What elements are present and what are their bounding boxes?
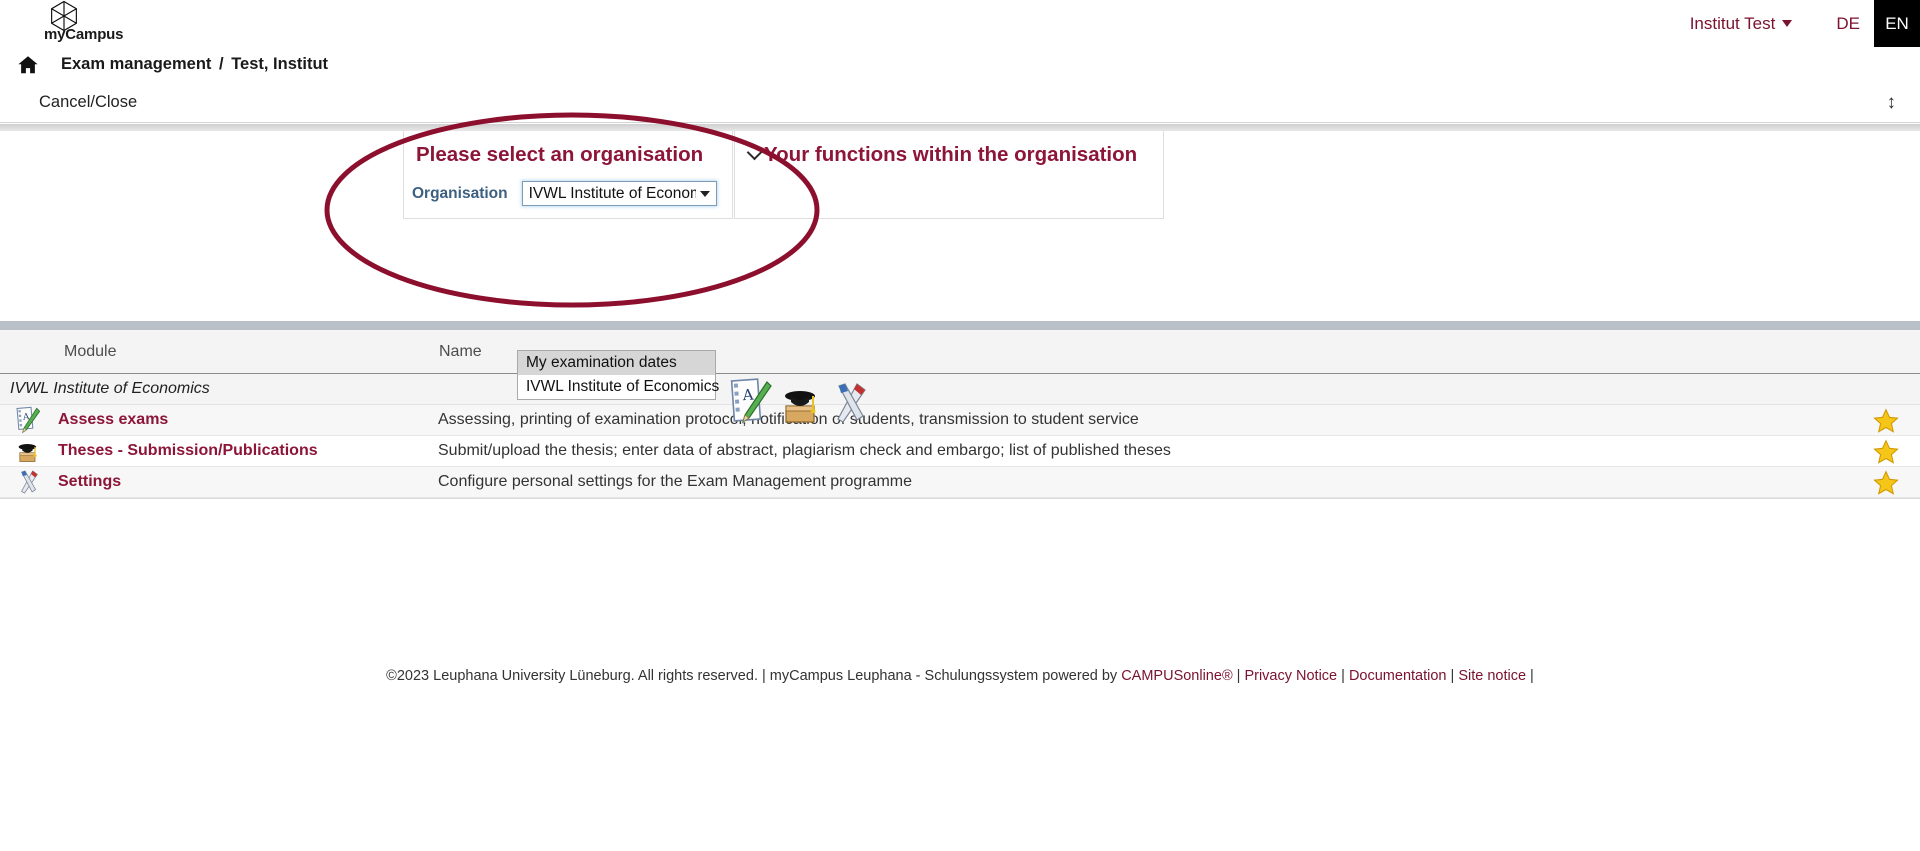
table-header-row: Module Name — [0, 330, 1920, 374]
organisation-select-value: IVWL Institute of Economics — [528, 184, 696, 202]
theses-icon — [18, 444, 37, 462]
chevron-down-icon — [1782, 20, 1793, 27]
footer-separator: | — [1526, 668, 1534, 684]
organisation-option-1[interactable]: IVWL Institute of Economics — [518, 375, 719, 399]
assess-exams-icon: A — [16, 406, 41, 434]
function-shortcut-icons: A — [727, 376, 873, 430]
footer-copyright: ©2023 Leuphana University Lüneburg. All … — [386, 668, 1122, 684]
table-group-label: IVWL Institute of Economics — [10, 380, 210, 397]
row-title-assess-exams[interactable]: Assess exams — [58, 411, 438, 429]
assess-exams-icon[interactable]: A — [727, 376, 773, 430]
top-bar-right: Institut Test DE EN — [1690, 0, 1920, 47]
organisation-select[interactable]: IVWL Institute of Economics — [521, 181, 717, 206]
table-top-separator — [0, 321, 1920, 330]
svg-text:A: A — [741, 385, 754, 404]
breadcrumb-context[interactable]: Test, Institut — [231, 55, 328, 73]
table-footer-strip — [0, 498, 1920, 540]
organisation-panel-title: Please select an organisation — [416, 143, 704, 166]
top-bar: myCampus Institut Test DE EN — [0, 0, 1920, 47]
breadcrumb-app[interactable]: Exam management — [61, 55, 211, 73]
panel-top-strip — [0, 124, 1920, 131]
column-header-module[interactable]: Module — [64, 343, 439, 361]
user-menu-label: Institut Test — [1689, 13, 1776, 33]
modules-table: Module Name IVWL Institute of Economics … — [0, 330, 1920, 540]
language-en-button[interactable]: EN — [1874, 0, 1920, 47]
row-title-settings[interactable]: Settings — [58, 473, 438, 491]
star-icon[interactable] — [1873, 408, 1899, 434]
footer-link-privacy[interactable]: Privacy Notice — [1244, 668, 1337, 684]
chevron-down-icon[interactable] — [746, 144, 763, 161]
app-logo[interactable]: myCampus — [44, 0, 123, 43]
table-row[interactable]: Settings Configure personal settings for… — [0, 467, 1920, 498]
footer-separator: | — [1446, 668, 1459, 684]
table-row[interactable]: Theses - Submission/Publications Submit/… — [0, 436, 1920, 467]
language-de-button[interactable]: DE — [1822, 14, 1874, 34]
breadcrumb-text: Exam management / Test, Institut — [61, 55, 328, 74]
settings-icon[interactable] — [827, 376, 873, 430]
selection-panel-area: Please select an organisation Organisati… — [0, 131, 1920, 424]
app-logo-text: myCampus — [44, 26, 124, 43]
breadcrumb-separator: / — [219, 55, 224, 73]
footer-separator: | — [1337, 668, 1349, 684]
organisation-select-options[interactable]: My examination dates IVWL Institute of E… — [517, 350, 719, 400]
column-header-name[interactable]: Name — [439, 343, 482, 361]
table-group-row: IVWL Institute of Economics — [0, 374, 1920, 405]
organisation-label: Organisation — [412, 184, 508, 202]
breadcrumb: Exam management / Test, Institut — [0, 47, 1920, 82]
organisation-panel: Please select an organisation Organisati… — [403, 131, 733, 219]
row-icon-cell — [14, 468, 42, 496]
row-title-theses[interactable]: Theses - Submission/Publications — [58, 442, 438, 460]
functions-panel-title: Your functions within the organisation — [735, 131, 1163, 167]
organisation-field-row: Organisation IVWL Institute of Economics — [404, 167, 732, 206]
footer-link-campusonline[interactable]: CAMPUSonline® — [1121, 668, 1232, 684]
settings-icon — [21, 470, 38, 494]
functions-panel: Your functions within the organisation — [734, 131, 1164, 219]
footer-link-documentation[interactable]: Documentation — [1349, 668, 1447, 684]
star-icon[interactable] — [1873, 470, 1899, 496]
table-row[interactable]: A Assess exams Assessing, printing of ex… — [0, 405, 1920, 436]
page-footer: ©2023 Leuphana University Lüneburg. All … — [0, 668, 1920, 684]
functions-panel-title-text: Your functions within the organisation — [764, 143, 1138, 166]
theses-icon[interactable] — [777, 376, 823, 430]
footer-link-site-notice[interactable]: Site notice — [1458, 668, 1526, 684]
organisation-option-0[interactable]: My examination dates — [518, 351, 715, 375]
star-icon[interactable] — [1873, 439, 1899, 465]
expand-collapse-icon[interactable]: ↕ — [1887, 92, 1897, 114]
row-icon-cell: A — [14, 406, 42, 434]
user-menu[interactable]: Institut Test — [1690, 14, 1793, 34]
home-icon[interactable] — [17, 54, 39, 76]
footer-separator: | — [1232, 668, 1245, 684]
action-bar: Cancel/Close ↕ — [0, 83, 1920, 123]
row-description: Submit/upload the thesis; enter data of … — [438, 442, 1171, 459]
chevron-down-icon — [699, 190, 710, 197]
row-description: Configure personal settings for the Exam… — [438, 473, 913, 490]
page-root: myCampus Institut Test DE EN Exam manage… — [0, 0, 1920, 851]
row-icon-cell — [14, 437, 42, 465]
cancel-close-button[interactable]: Cancel/Close — [39, 93, 137, 112]
